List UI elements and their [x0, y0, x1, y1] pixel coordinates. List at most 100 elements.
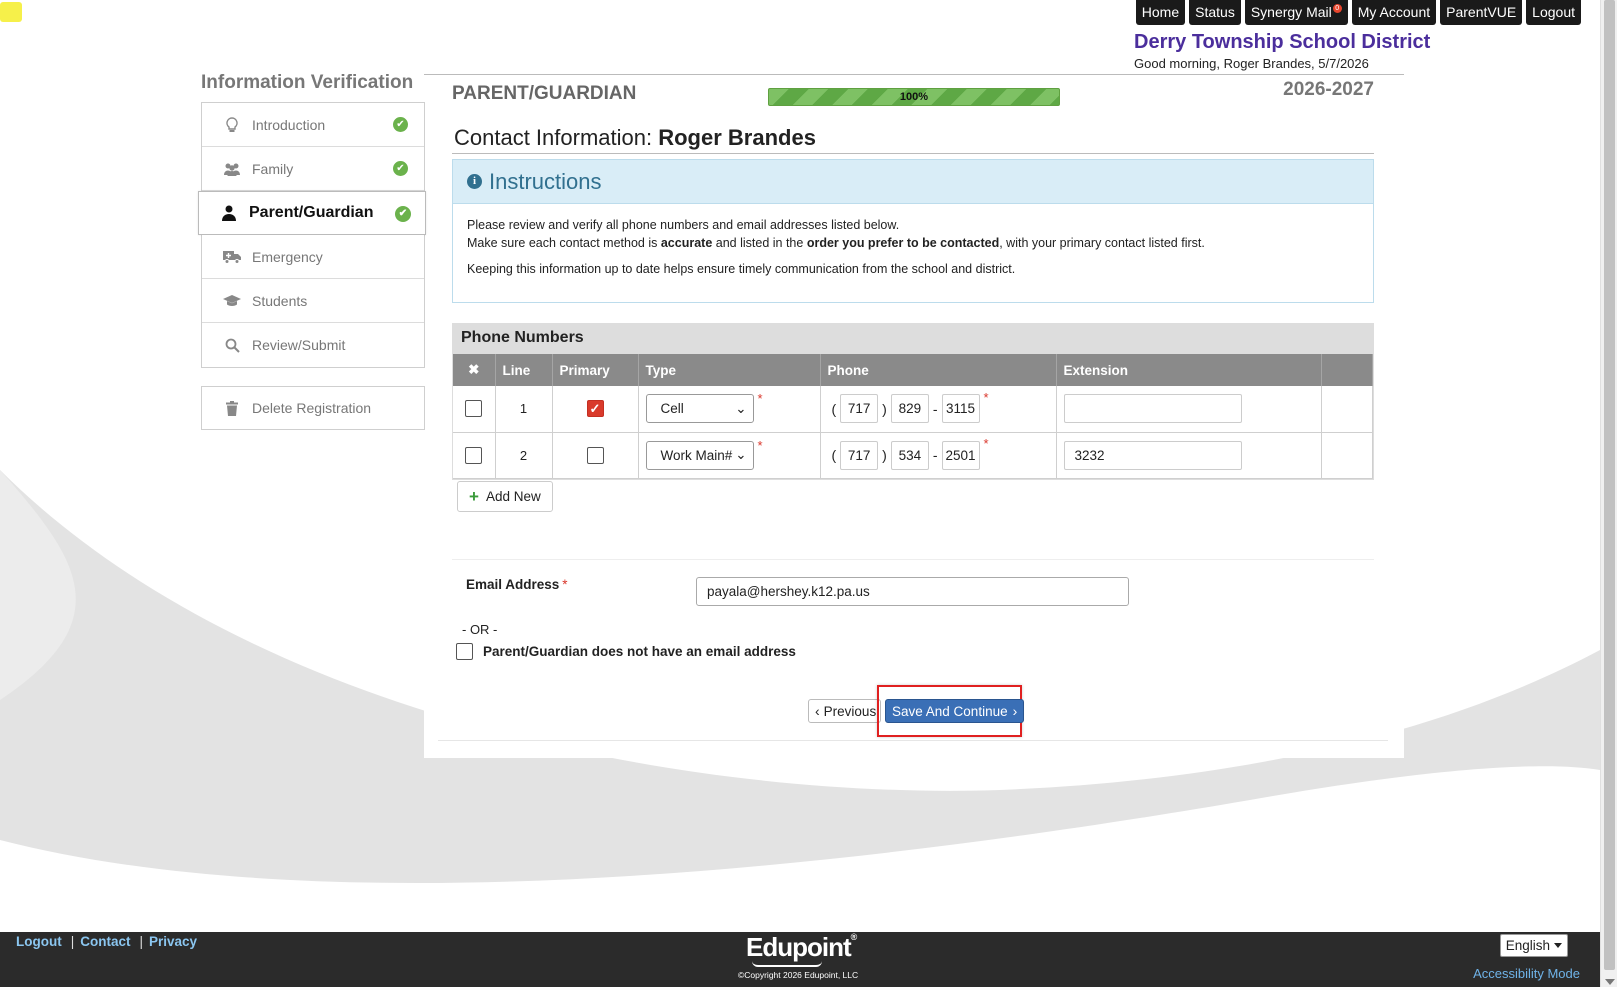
- greeting-text: Good morning, Roger Brandes, 5/7/2026: [1134, 56, 1369, 71]
- line-number-input[interactable]: 2501: [941, 440, 980, 470]
- sidebar-item-emergency[interactable]: Emergency: [202, 235, 424, 279]
- email-input[interactable]: payala@hershey.k12.pa.us: [696, 577, 1129, 606]
- blank-cell: [1321, 432, 1373, 479]
- sidebar-item-review-submit[interactable]: Review/Submit: [202, 323, 424, 367]
- completed-check-icon: ✔: [393, 161, 408, 176]
- prefix-input[interactable]: 534: [890, 440, 929, 470]
- scroll-down-arrow-icon[interactable]: [1605, 979, 1615, 985]
- extension-input[interactable]: 3232: [1063, 440, 1242, 470]
- nav-home-button[interactable]: Home: [1135, 0, 1186, 25]
- section-divider: [452, 559, 1374, 560]
- instr-text: Make sure each contact method is: [467, 236, 661, 250]
- footer-logout-link[interactable]: Logout: [16, 934, 62, 949]
- column-phone-header: Phone: [820, 354, 1057, 386]
- column-delete-header: ✖: [453, 354, 496, 386]
- column-primary-header: Primary: [552, 354, 639, 386]
- logo-text: Edupoint: [746, 932, 852, 962]
- nav-status-button[interactable]: Status: [1189, 0, 1241, 25]
- user-icon: [219, 203, 239, 223]
- prefix-input[interactable]: 829: [890, 394, 929, 424]
- graduation-cap-icon: [222, 291, 242, 311]
- phone-numbers-title: Phone Numbers: [453, 324, 1373, 354]
- chevron-right-icon: ›: [1012, 703, 1018, 719]
- ambulance-icon: [222, 247, 242, 267]
- no-email-checkbox[interactable]: [456, 643, 473, 660]
- language-select[interactable]: English: [1499, 934, 1568, 957]
- footer-privacy-link[interactable]: Privacy: [149, 934, 197, 949]
- primary-cell: [552, 432, 639, 479]
- area-code-input[interactable]: 717: [840, 394, 879, 424]
- phone-numbers-table: ✖ Line Primary Type Phone Extension 1 ✓ …: [453, 354, 1373, 479]
- save-and-continue-button[interactable]: Save And Continue ›: [885, 699, 1025, 723]
- phone-type-select[interactable]: Work Main# ⌄: [645, 440, 754, 470]
- instructions-header: i Instructions: [453, 160, 1373, 204]
- users-icon: [222, 159, 242, 179]
- instr-text: and listed in the: [712, 236, 807, 250]
- main-panel: PARENT/GUARDIAN 100% 2026-2027 Contact I…: [424, 74, 1404, 758]
- phone-cell: (717) 534-2501*: [820, 432, 1057, 479]
- completed-check-icon: ✔: [393, 117, 408, 132]
- sidebar-item-parent-guardian[interactable]: Parent/Guardian ✔: [198, 191, 426, 235]
- nav-synergy-mail-button[interactable]: Synergy Mail 0: [1244, 0, 1348, 25]
- progress-label: 100%: [899, 91, 929, 103]
- delete-row-checkbox[interactable]: [465, 400, 483, 418]
- nav-parentvue-button[interactable]: ParentVUE: [1440, 0, 1523, 25]
- column-extension-header: Extension: [1056, 354, 1322, 386]
- primary-checkbox[interactable]: [586, 446, 604, 464]
- sidebar-item-introduction[interactable]: Introduction ✔: [202, 103, 424, 147]
- footer-separator: |: [139, 934, 144, 949]
- plus-icon: +: [469, 486, 479, 506]
- primary-cell: ✓: [552, 386, 639, 433]
- sidebar-item-students[interactable]: Students: [202, 279, 424, 323]
- edupoint-logo: Edupoint®: [746, 932, 857, 967]
- table-row: 1 ✓ Cell ⌄ * (717) 829-3115*: [453, 386, 1373, 433]
- nav-my-account-button[interactable]: My Account: [1351, 0, 1437, 25]
- language-value: English: [1505, 938, 1550, 953]
- delete-row-checkbox[interactable]: [465, 446, 483, 464]
- chevron-left-icon: ‹: [815, 703, 820, 719]
- open-paren: (: [831, 400, 837, 417]
- phone-type-value: Work Main#: [660, 447, 733, 463]
- extension-cell: [1056, 386, 1322, 433]
- chevron-down-icon: ⌄: [735, 447, 747, 462]
- area-code-input[interactable]: 717: [840, 440, 879, 470]
- add-new-phone-button[interactable]: + Add New: [457, 481, 553, 512]
- line-number: 1: [495, 386, 553, 433]
- info-icon: i: [467, 174, 482, 189]
- type-cell: Cell ⌄ *: [638, 386, 821, 433]
- district-name: Derry Township School District: [1134, 31, 1431, 53]
- delete-cell: [453, 386, 496, 433]
- chevron-down-icon: ⌄: [735, 400, 747, 416]
- accessibility-mode-link[interactable]: Accessibility Mode: [1473, 966, 1580, 981]
- instructions-line-2: Make sure each contact method is accurat…: [467, 234, 1359, 252]
- sidebar-item-label: Family: [252, 160, 294, 177]
- page-scrollbar[interactable]: [1600, 0, 1617, 987]
- required-marker: *: [983, 390, 989, 406]
- delete-registration-button[interactable]: Delete Registration: [201, 386, 425, 430]
- line-number: 2: [495, 432, 553, 479]
- sidebar-title: Information Verification: [201, 72, 414, 93]
- highlight-marker: [0, 2, 22, 22]
- instr-bold-order: order you prefer to be contacted: [806, 236, 1000, 250]
- sidebar-item-label: Students: [252, 292, 308, 309]
- search-icon: [222, 335, 242, 355]
- instr-text: , with your primary contact listed first…: [999, 236, 1205, 250]
- primary-checkbox[interactable]: ✓: [586, 400, 604, 418]
- nav-logout-button[interactable]: Logout: [1526, 0, 1581, 25]
- dash: -: [932, 447, 938, 463]
- column-type-header: Type: [638, 354, 821, 386]
- line-number-input[interactable]: 3115: [941, 394, 980, 424]
- previous-button[interactable]: ‹ Previous: [808, 699, 882, 723]
- phone-type-select[interactable]: Cell ⌄: [645, 394, 754, 424]
- add-new-label: Add New: [485, 489, 541, 504]
- required-marker: *: [757, 437, 763, 453]
- footer-contact-link[interactable]: Contact: [80, 934, 130, 949]
- instr-bold-accurate: accurate: [660, 236, 713, 250]
- scrollbar-thumb[interactable]: [1604, 0, 1615, 970]
- footer-links: Logout | Contact | Privacy: [16, 934, 197, 949]
- extension-cell: 3232: [1056, 432, 1322, 479]
- school-year: 2026-2027: [1283, 79, 1374, 100]
- contact-name: Roger Brandes: [658, 125, 816, 150]
- sidebar-item-family[interactable]: Family ✔: [202, 147, 424, 191]
- extension-input[interactable]: [1063, 394, 1242, 424]
